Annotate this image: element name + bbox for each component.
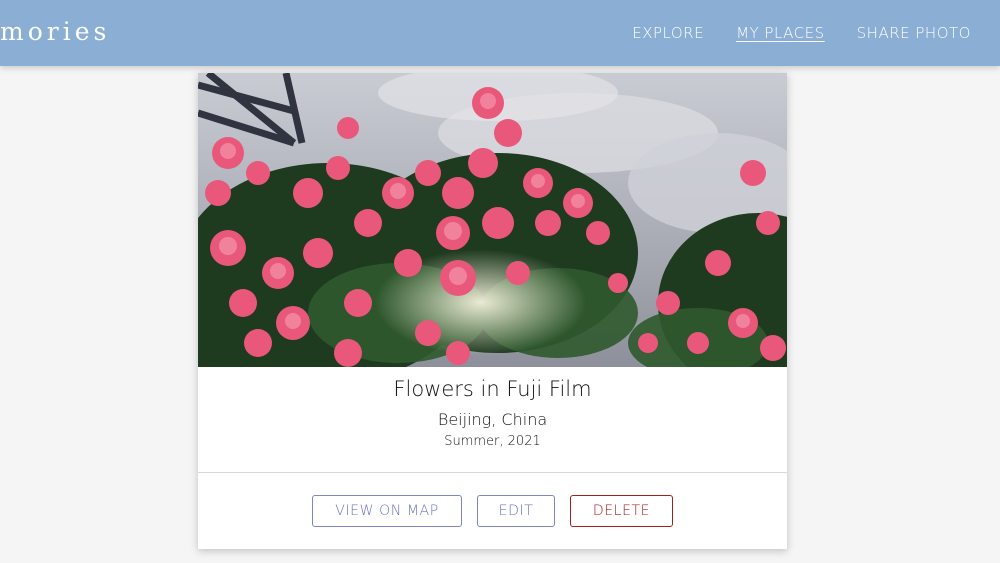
place-address: Beijing, China xyxy=(437,410,548,429)
view-on-map-button[interactable]: VIEW ON MAP xyxy=(312,495,462,527)
nav-share-photo[interactable]: SHARE PHOTO xyxy=(857,24,971,42)
nav-my-places[interactable]: MY PLACES xyxy=(736,24,825,42)
place-card: Flowers in Fuji Film Beijing, China Summ… xyxy=(198,73,787,549)
nav-explore[interactable]: EXPLORE xyxy=(632,24,704,42)
app-logo[interactable]: mories xyxy=(0,17,110,46)
place-info: Flowers in Fuji Film Beijing, China Summ… xyxy=(198,367,787,472)
edit-button[interactable]: EDIT xyxy=(477,495,555,527)
place-season: Summer, 2021 xyxy=(444,434,541,449)
main-nav: EXPLORE MY PLACES SHARE PHOTO xyxy=(632,24,971,42)
top-navigation-bar: mories EXPLORE MY PLACES SHARE PHOTO xyxy=(0,0,1000,66)
card-divider xyxy=(198,472,787,473)
delete-button[interactable]: DELETE xyxy=(570,495,673,527)
flower-photo-image xyxy=(198,73,787,367)
place-photo xyxy=(198,73,787,367)
place-title: Flowers in Fuji Film xyxy=(393,377,592,401)
card-actions: VIEW ON MAP EDIT DELETE xyxy=(198,495,787,527)
